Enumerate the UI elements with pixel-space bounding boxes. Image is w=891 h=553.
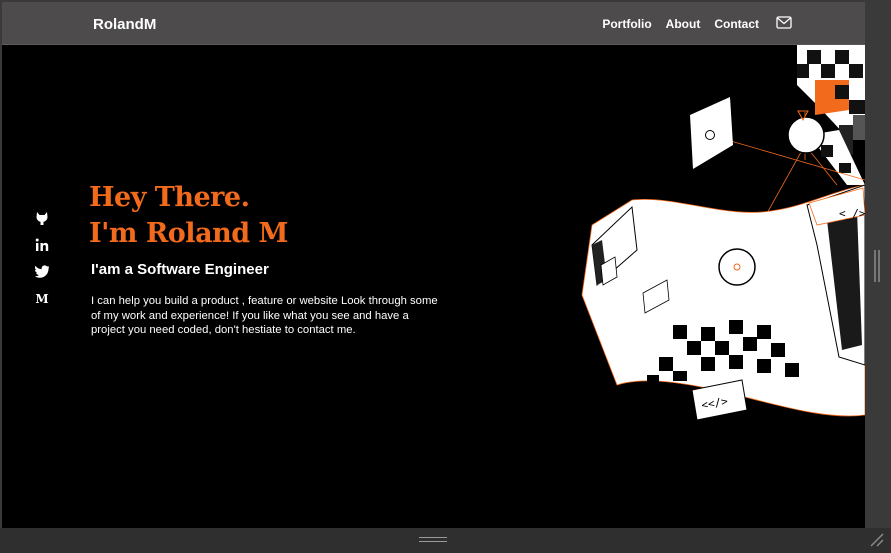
code-tag-top: <_/> — [839, 207, 865, 220]
page-viewport: RolandM Portfolio About Contact M Hey Th… — [2, 2, 865, 528]
code-board: <_/> — [581, 184, 865, 417]
checker-pattern-top — [797, 45, 865, 185]
orbit-circle — [787, 116, 825, 154]
horizontal-resize-grip[interactable] — [419, 537, 447, 542]
nav-portfolio[interactable]: Portfolio — [602, 17, 651, 31]
board-circle — [718, 248, 756, 286]
github-icon[interactable] — [35, 210, 49, 226]
linkedin-icon[interactable] — [35, 237, 49, 253]
navbar: RolandM Portfolio About Contact — [2, 2, 865, 45]
hero-description: I can help you build a product , feature… — [91, 295, 438, 336]
floating-card — [690, 97, 733, 169]
nav-links: Portfolio About Contact — [602, 17, 759, 31]
hero-name: I'm Roland M — [89, 218, 288, 249]
hero-subtitle: I'am a Software Engineer — [91, 261, 269, 278]
twitter-icon[interactable] — [35, 264, 49, 280]
social-links: M — [35, 210, 49, 307]
vertical-resize-grip[interactable] — [874, 250, 880, 282]
nav-contact[interactable]: Contact — [714, 17, 759, 31]
medium-icon[interactable]: M — [35, 291, 48, 307]
hero-greeting: Hey There. — [89, 182, 250, 213]
nav-about[interactable]: About — [666, 17, 701, 31]
resize-corner-icon[interactable] — [867, 530, 885, 548]
mail-icon[interactable] — [776, 16, 792, 29]
hero-illustration: <_/> <</> — [581, 45, 865, 421]
brand-logo[interactable]: RolandM — [93, 16, 156, 33]
